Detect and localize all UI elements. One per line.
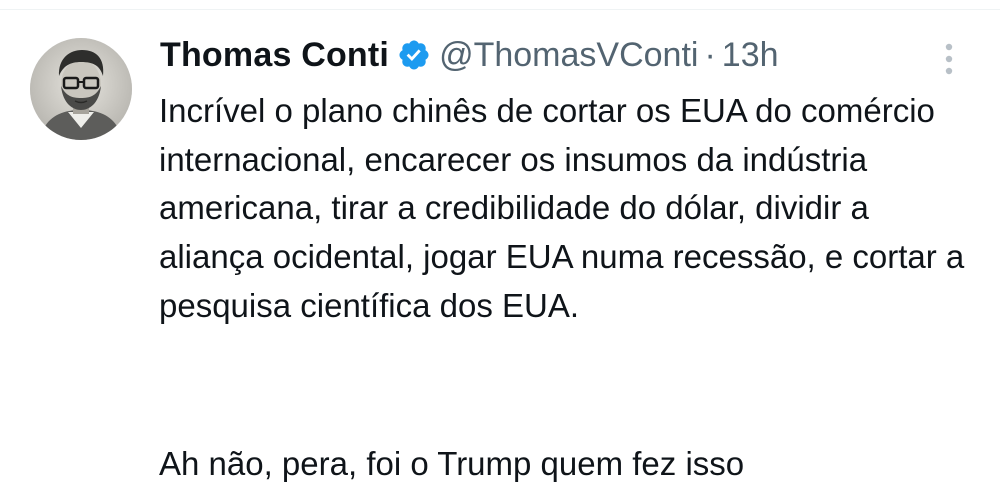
author-handle[interactable]: @ThomasVConti [439, 36, 698, 75]
avatar-portrait [30, 38, 132, 140]
separator-dot: · [704, 35, 716, 74]
verified-badge-icon [397, 38, 431, 72]
author-name[interactable]: Thomas Conti [160, 36, 389, 75]
tweet-timestamp[interactable]: 13h [722, 36, 779, 75]
tweet-header: Thomas Conti @ThomasVConti · 13h [160, 30, 779, 80]
tweet-text: Incrível o plano chinês de cortar os EUA… [159, 87, 979, 482]
top-divider [0, 9, 1000, 10]
more-vertical-icon[interactable] [937, 42, 961, 78]
tweet-paragraph-2: Ah não, pera, foi o Trump quem fez isso [159, 445, 745, 482]
avatar[interactable] [30, 38, 132, 140]
tweet-paragraph-1: Incrível o plano chinês de cortar os EUA… [159, 92, 965, 324]
